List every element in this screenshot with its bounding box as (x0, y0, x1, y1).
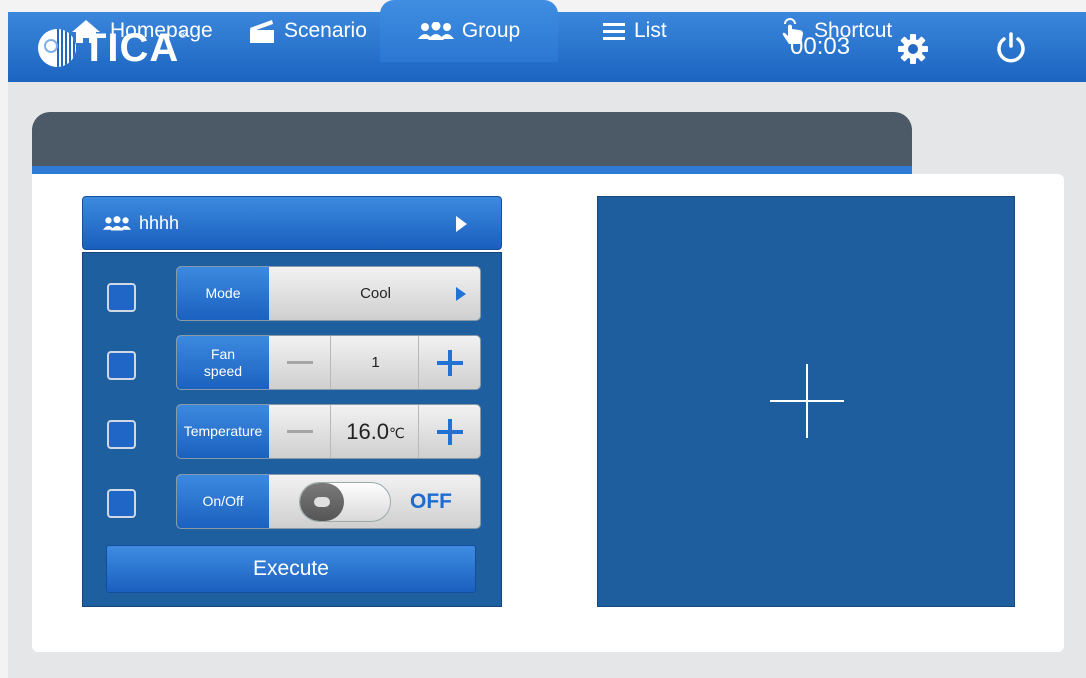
tab-underline (32, 166, 912, 174)
temperature-value: 16.0 (346, 418, 390, 444)
fan-speed-value: 1 (371, 354, 380, 371)
plus-icon (436, 418, 463, 445)
tab-scenario[interactable]: Scenario (248, 0, 367, 62)
execute-button[interactable]: Execute (106, 545, 476, 593)
temperature-unit: ℃ (389, 425, 405, 441)
onoff-checkbox[interactable] (107, 489, 136, 518)
toggle-knob (300, 483, 344, 521)
fan-speed-decrease-button[interactable] (269, 336, 331, 389)
minus-icon (286, 361, 313, 364)
list-icon (602, 21, 626, 41)
mode-row[interactable]: Mode Cool (176, 266, 481, 321)
mode-label: Mode (177, 267, 269, 320)
onoff-label: On/Off (177, 475, 269, 528)
tab-label: List (634, 19, 667, 42)
tab-homepage[interactable]: Homepage (70, 0, 213, 62)
temperature-label: Temperature (177, 405, 269, 458)
onoff-row: On/Off OFF (176, 474, 481, 529)
chevron-right-icon (456, 216, 467, 232)
tab-group[interactable]: Group (380, 0, 558, 62)
tab-label: Group (461, 19, 521, 42)
temperature-row: Temperature 16.0 ℃ (176, 404, 481, 459)
tab-label: Homepage (110, 19, 213, 42)
gear-icon[interactable] (896, 32, 930, 66)
add-group-panel[interactable] (597, 196, 1015, 607)
temperature-decrease-button[interactable] (269, 405, 331, 458)
temperature-increase-button[interactable] (418, 405, 480, 458)
temperature-checkbox[interactable] (107, 420, 136, 449)
plus-icon (436, 349, 463, 376)
group-selector[interactable]: hhhh (82, 196, 502, 250)
home-icon (70, 18, 102, 44)
tap-hand-icon (780, 16, 806, 46)
power-icon[interactable] (994, 31, 1028, 65)
fan-speed-increase-button[interactable] (418, 336, 480, 389)
tab-label: Scenario (284, 19, 367, 42)
tab-label: Shortcut (814, 19, 893, 42)
group-icon (417, 22, 454, 40)
minus-icon (286, 430, 313, 433)
mode-value: Cool (360, 285, 391, 302)
group-icon (103, 215, 131, 231)
plus-icon-vertical (806, 364, 808, 438)
fan-speed-row: Fan speed 1 (176, 335, 481, 390)
temperature-readout: 16.0 ℃ (331, 405, 420, 458)
fan-speed-label: Fan speed (177, 336, 269, 389)
tab-bar (32, 112, 912, 174)
chevron-right-icon[interactable] (456, 287, 466, 301)
tab-list[interactable]: List (602, 0, 667, 62)
onoff-state: OFF (410, 489, 452, 513)
group-name: hhhh (139, 212, 180, 233)
clapperboard-icon (248, 18, 276, 44)
fan-speed-checkbox[interactable] (107, 351, 136, 380)
tab-shortcut[interactable]: Shortcut (780, 0, 892, 62)
mode-checkbox[interactable] (107, 283, 136, 312)
power-toggle[interactable] (299, 482, 391, 522)
